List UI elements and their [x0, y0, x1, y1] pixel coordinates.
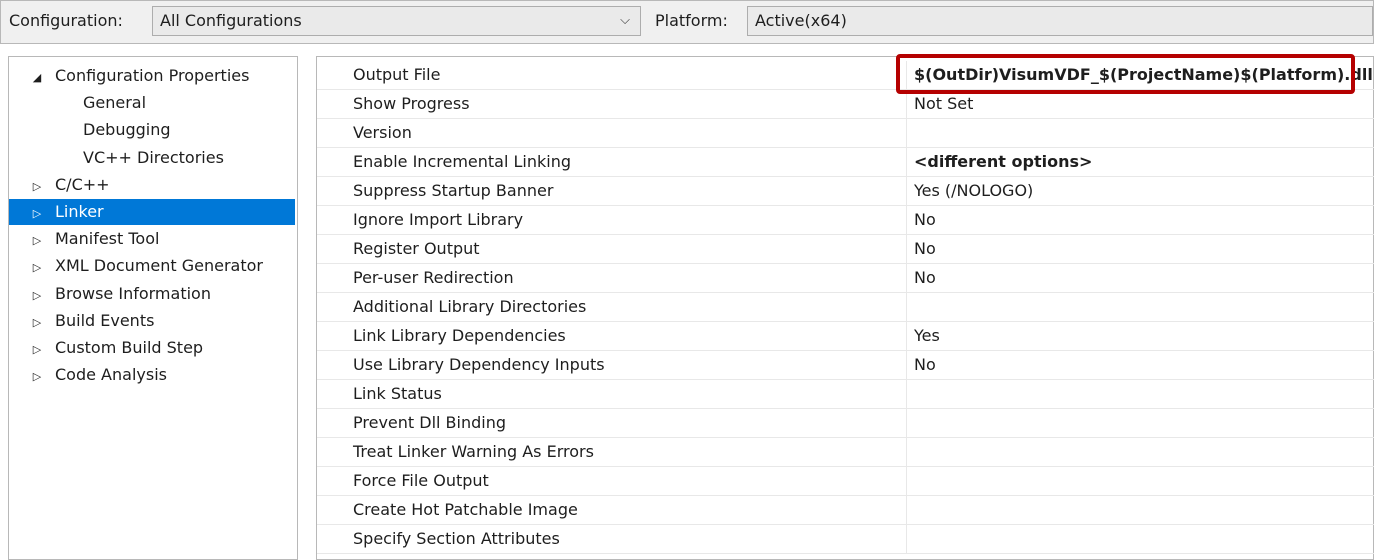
tree-item-label: General	[83, 93, 147, 113]
tree-item-configuration-properties[interactable]: ◢ Configuration Properties	[9, 63, 295, 89]
tree-item-label: Build Events	[55, 310, 155, 330]
property-row[interactable]: Create Hot Patchable Image	[317, 496, 1374, 525]
tree-item-c-c[interactable]: ▷ C/C++	[9, 172, 295, 198]
expand-arrow-icon[interactable]: ▷	[27, 228, 47, 254]
tree-item-label: VC++ Directories	[83, 147, 224, 167]
property-name: Use Library Dependency Inputs	[317, 351, 907, 379]
tree-item-label: Browse Information	[55, 283, 211, 303]
property-name: Ignore Import Library	[317, 206, 907, 234]
property-name: Link Library Dependencies	[317, 322, 907, 350]
tree-item-label: Linker	[55, 202, 104, 221]
property-row[interactable]: Version	[317, 119, 1374, 148]
property-row[interactable]: Treat Linker Warning As Errors	[317, 438, 1374, 467]
property-value[interactable]: Yes	[914, 322, 940, 350]
tree-item-label: Debugging	[83, 120, 171, 140]
property-grid: Output File $(OutDir)VisumVDF_$(ProjectNa…	[316, 56, 1374, 560]
expand-arrow-icon[interactable]: ▷	[27, 310, 47, 336]
property-row[interactable]: Per-user Redirection No	[317, 264, 1374, 293]
property-name: Per-user Redirection	[317, 264, 907, 292]
expand-arrow-icon[interactable]: ▷	[27, 283, 47, 309]
property-row[interactable]: Output File $(OutDir)VisumVDF_$(ProjectNa…	[317, 61, 1374, 90]
property-name: Create Hot Patchable Image	[317, 496, 907, 524]
expand-arrow-icon[interactable]: ▷	[27, 255, 47, 281]
tree-item-label: XML Document Generator	[55, 256, 263, 276]
tree-item-manifest-tool[interactable]: ▷ Manifest Tool	[9, 226, 295, 252]
property-name: Enable Incremental Linking	[317, 148, 907, 176]
expand-arrow-icon[interactable]: ▷	[27, 337, 47, 363]
property-row[interactable]: Enable Incremental Linking <different opt…	[317, 148, 1374, 177]
expand-arrow-icon[interactable]: ▷	[27, 201, 47, 227]
chevron-down-icon: ⌵	[620, 13, 630, 28]
property-name: Specify Section Attributes	[317, 525, 907, 553]
tree-item-build-events[interactable]: ▷ Build Events	[9, 308, 295, 334]
tree-item-browse-information[interactable]: ▷ Browse Information	[9, 281, 295, 307]
property-value[interactable]: No	[914, 264, 936, 292]
property-row[interactable]: Ignore Import Library No	[317, 206, 1374, 235]
property-name: Show Progress	[317, 90, 907, 118]
tree-item-label: Custom Build Step	[55, 338, 204, 357]
tree-item-code-analysis[interactable]: ▷ Code Analysis	[9, 362, 295, 388]
tree-item-label: Code Analysis	[55, 365, 167, 385]
property-row[interactable]: Show Progress Not Set	[317, 90, 1374, 119]
configuration-toolbar: Configuration: All Configurations ⌵ Plat…	[0, 0, 1374, 44]
property-row[interactable]: Link Status	[317, 380, 1374, 409]
tree-item-vc-directories[interactable]: VC++ Directories	[9, 145, 295, 171]
platform-dropdown[interactable]: Active(x64)	[747, 6, 1373, 36]
configuration-dropdown[interactable]: All Configurations ⌵	[152, 6, 641, 36]
platform-dropdown-value: Active(x64)	[755, 11, 847, 30]
property-name: Suppress Startup Banner	[317, 177, 907, 205]
expanded-triangle-icon[interactable]: ◢	[27, 65, 47, 91]
property-value[interactable]: No	[914, 206, 936, 234]
expand-arrow-icon[interactable]: ▷	[27, 174, 47, 200]
property-row[interactable]: Use Library Dependency Inputs No	[317, 351, 1374, 380]
property-name: Force File Output	[317, 467, 907, 495]
property-value[interactable]: $(OutDir)VisumVDF_$(ProjectName)$(Platfo…	[914, 61, 1373, 89]
property-row[interactable]: Prevent Dll Binding	[317, 409, 1374, 438]
property-row[interactable]: Additional Library Directories	[317, 293, 1374, 322]
property-name: Register Output	[317, 235, 907, 263]
property-name: Link Status	[317, 380, 907, 408]
property-value[interactable]: Yes (/NOLOGO)	[914, 177, 1033, 205]
property-row[interactable]: Register Output No	[317, 235, 1374, 264]
property-value[interactable]: Not Set	[914, 90, 973, 118]
tree-item-label: Configuration Properties	[55, 66, 250, 85]
property-row[interactable]: Suppress Startup Banner Yes (/NOLOGO)	[317, 177, 1374, 206]
tree-item-xml-document-generator[interactable]: ▷ XML Document Generator	[9, 253, 295, 279]
property-name: Treat Linker Warning As Errors	[317, 438, 907, 466]
property-value[interactable]: No	[914, 351, 936, 379]
property-row[interactable]: Specify Section Attributes	[317, 525, 1374, 554]
property-name: Additional Library Directories	[317, 293, 907, 321]
tree-item-label: C/C++	[55, 174, 110, 194]
configuration-label: Configuration:	[9, 11, 123, 30]
property-row[interactable]: Force File Output	[317, 467, 1374, 496]
tree-item-linker[interactable]: ▷ Linker	[9, 199, 295, 225]
property-tree: ◢ Configuration Properties General Debuggin…	[8, 56, 298, 560]
platform-label: Platform:	[655, 11, 728, 30]
property-name: Output File	[317, 61, 907, 89]
property-value[interactable]: No	[914, 235, 936, 263]
property-value[interactable]: <different options>	[914, 148, 1092, 176]
tree-item-label: Manifest Tool	[55, 229, 160, 249]
property-name: Prevent Dll Binding	[317, 409, 907, 437]
configuration-dropdown-value: All Configurations	[160, 11, 302, 30]
tree-item-debugging[interactable]: Debugging	[9, 117, 295, 143]
expand-arrow-icon[interactable]: ▷	[27, 364, 47, 390]
tree-item-general[interactable]: General	[9, 90, 295, 116]
property-name: Version	[317, 119, 907, 147]
property-row[interactable]: Link Library Dependencies Yes	[317, 322, 1374, 351]
tree-item-custom-build-step[interactable]: ▷ Custom Build Step	[9, 335, 295, 361]
